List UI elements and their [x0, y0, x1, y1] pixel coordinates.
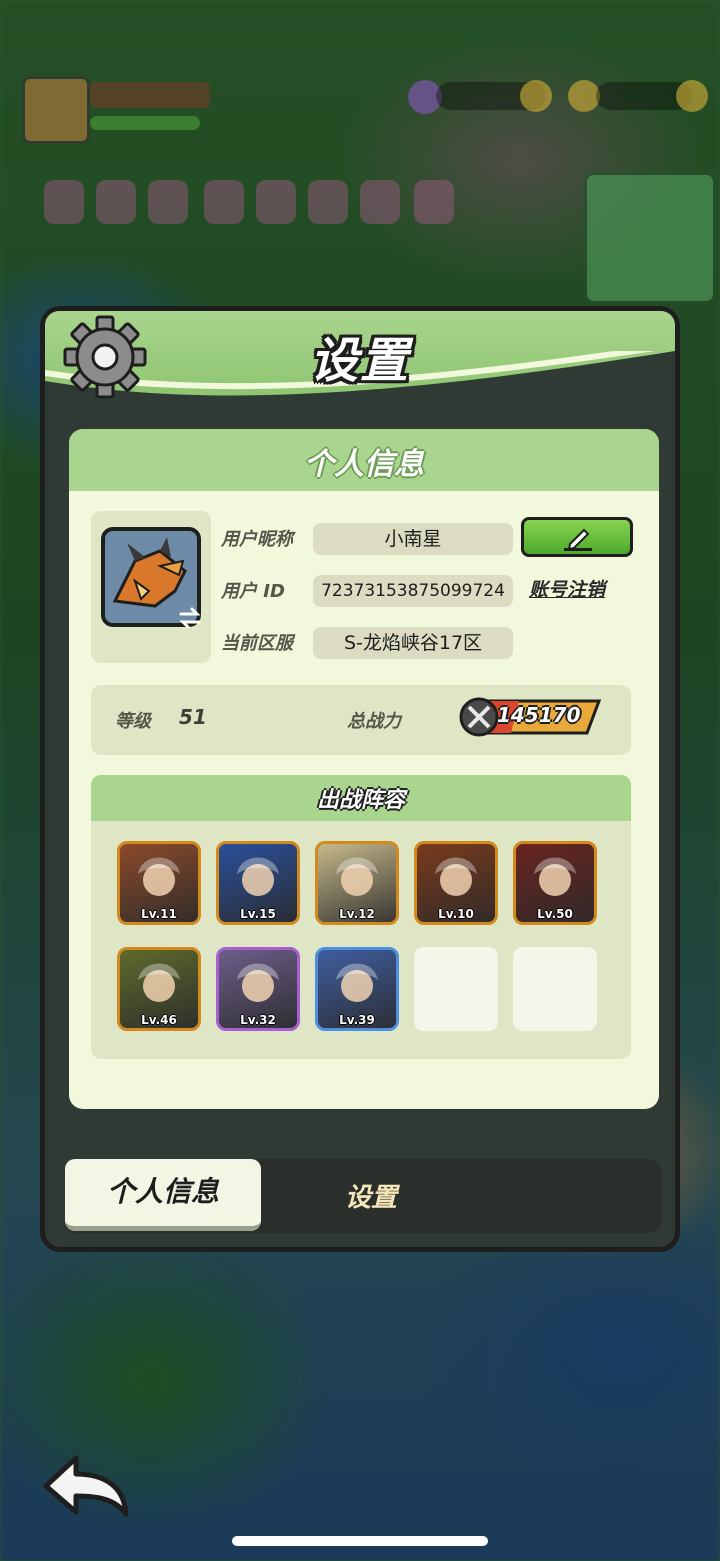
- hero-level: Lv.15: [240, 907, 276, 921]
- hud-menu-icon: [204, 180, 244, 224]
- hero-level: Lv.10: [438, 907, 474, 921]
- settings-dialog: 设置 个人信息 用户昵称 小南星: [40, 306, 680, 1252]
- hud-menu-icon: [414, 180, 454, 224]
- stats-box: 等级 51 总战力 145170: [91, 685, 631, 755]
- coin-icon: [676, 80, 708, 112]
- hud-menu-icon: [96, 180, 136, 224]
- tab-settings[interactable]: 设置: [345, 1177, 397, 1214]
- hud-name-plate: [90, 82, 210, 108]
- pencil-icon: [564, 528, 592, 551]
- hero-card[interactable]: Lv.10: [414, 841, 498, 925]
- lineup-header: 出战阵容: [91, 775, 631, 821]
- hud-avatar: [22, 76, 90, 144]
- cancel-account-link[interactable]: 账号注销: [529, 575, 605, 602]
- hero-card[interactable]: Lv.15: [216, 841, 300, 925]
- power-label: 总战力: [347, 711, 401, 732]
- hud-menu-icon: [148, 180, 188, 224]
- hud-menu-icon: [308, 180, 348, 224]
- user-id-label: 用户 ID: [221, 581, 285, 602]
- profile-panel: 个人信息 用户昵称 小南星: [69, 429, 659, 1109]
- swap-icon[interactable]: [175, 603, 205, 633]
- hero-card[interactable]: Lv.11: [117, 841, 201, 925]
- home-indicator[interactable]: [232, 1536, 488, 1546]
- server-label: 当前区服: [221, 633, 293, 654]
- nickname-value: 小南星: [313, 523, 513, 555]
- dialog-header: 设置: [45, 311, 675, 401]
- hud-exp-bar: [90, 116, 200, 130]
- level-label: 等级: [115, 711, 151, 732]
- empty-hero-slot[interactable]: [414, 947, 498, 1031]
- hero-card[interactable]: Lv.46: [117, 947, 201, 1031]
- profile-panel-header: 个人信息: [69, 429, 659, 491]
- hud-menu-icon: [360, 180, 400, 224]
- lineup-title: 出战阵容: [316, 788, 405, 813]
- profile-section-title: 个人信息: [304, 447, 424, 482]
- power-value: 145170: [497, 703, 581, 727]
- tab-personal-info[interactable]: 个人信息: [65, 1159, 261, 1231]
- mini-map: [584, 172, 716, 304]
- hero-card[interactable]: Lv.12: [315, 841, 399, 925]
- hero-card[interactable]: Lv.39: [315, 947, 399, 1031]
- hud-menu-icon: [256, 180, 296, 224]
- hero-level: Lv.46: [141, 1013, 177, 1027]
- hero-level: Lv.39: [339, 1013, 375, 1027]
- hero-card[interactable]: Lv.32: [216, 947, 300, 1031]
- hero-level: Lv.12: [339, 907, 375, 921]
- coin-icon: [520, 80, 552, 112]
- empty-hero-slot[interactable]: [513, 947, 597, 1031]
- hero-level: Lv.11: [141, 907, 177, 921]
- hero-level: Lv.32: [240, 1013, 276, 1027]
- nickname-label: 用户昵称: [221, 529, 293, 550]
- dialog-tab-bar: 个人信息 设置: [65, 1159, 661, 1233]
- hero-card[interactable]: Lv.50: [513, 841, 597, 925]
- avatar-container: [91, 511, 211, 663]
- back-arrow-icon[interactable]: [38, 1452, 134, 1522]
- user-id-value: 7237315387509972​4: [313, 575, 513, 607]
- edit-nickname-button[interactable]: [521, 517, 633, 557]
- server-value: S-龙焰峡谷17区: [313, 627, 513, 659]
- battle-lineup: 出战阵容 Lv.11 Lv.15 Lv.12 Lv.10 Lv.50 Lv.46 Lv.32…: [91, 775, 631, 1059]
- level-value: 51: [179, 705, 207, 729]
- hero-level: Lv.50: [537, 907, 573, 921]
- dialog-title: 设置: [309, 333, 410, 389]
- hud-menu-icon: [44, 180, 84, 224]
